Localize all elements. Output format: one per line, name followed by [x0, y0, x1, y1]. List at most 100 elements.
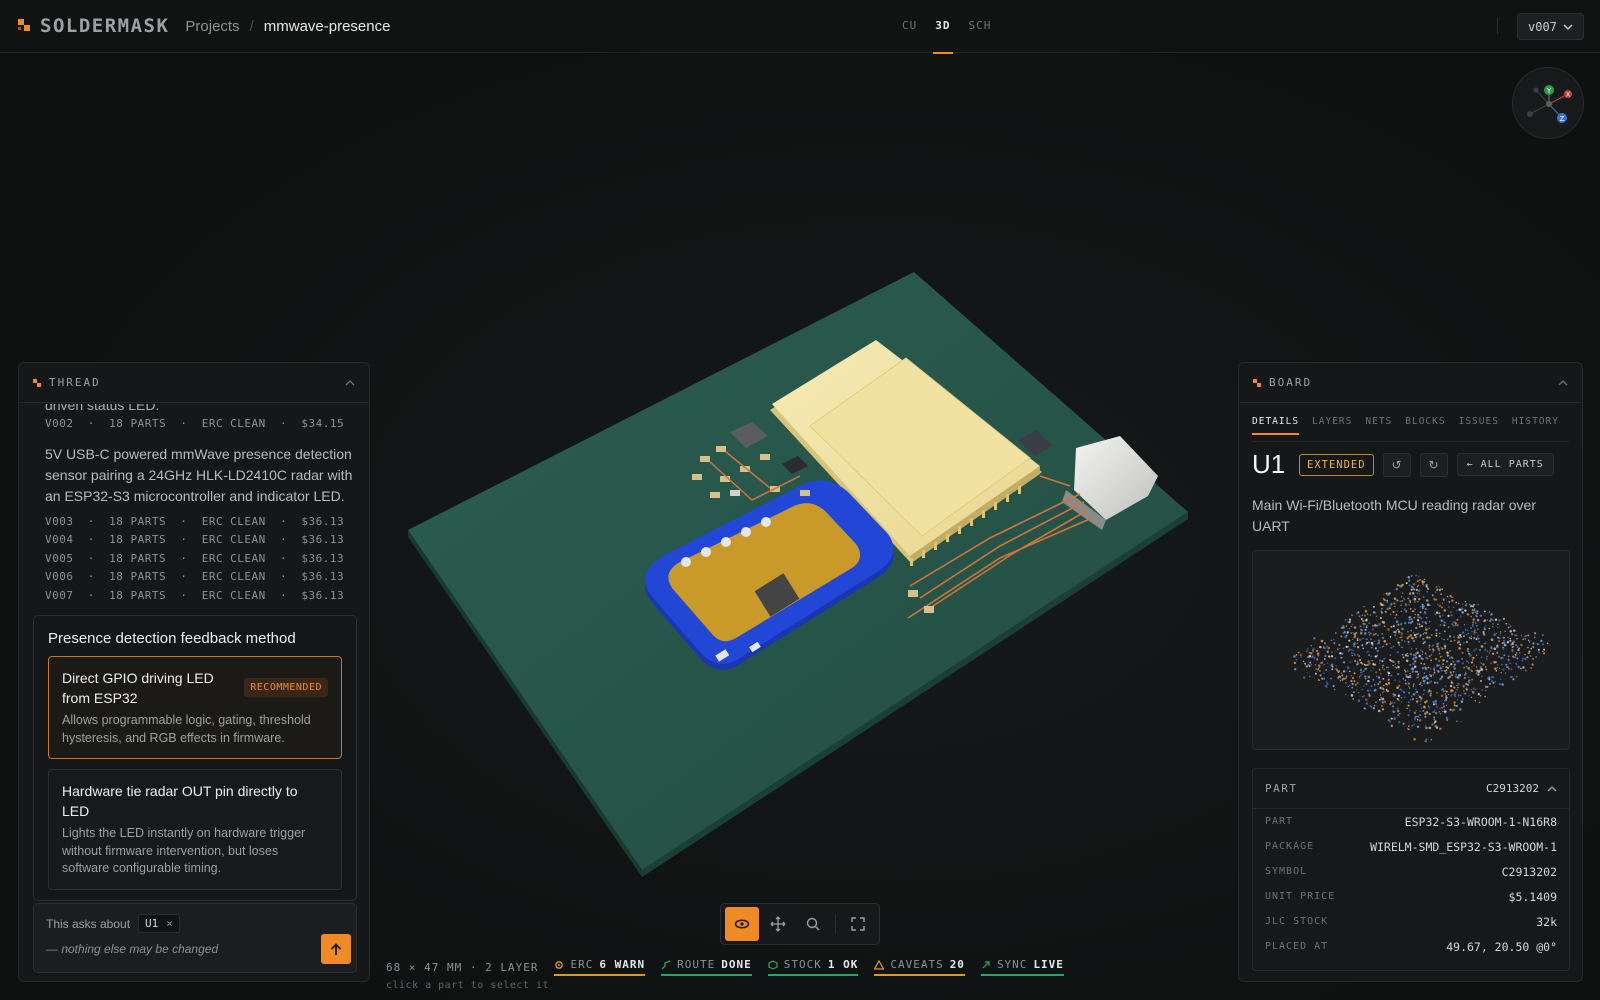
- status-key: ROUTE: [677, 958, 716, 971]
- tab-nets[interactable]: NETS: [1365, 416, 1392, 435]
- spec-key: PACKAGE: [1265, 841, 1315, 852]
- version-entry[interactable]: V003 · 18 PARTS · ERC CLEAN · $36.13: [33, 513, 357, 532]
- tabs-divider: [1252, 441, 1569, 442]
- status-value: 1 OK: [827, 958, 859, 971]
- pan-button[interactable]: [761, 907, 795, 941]
- logo[interactable]: SOLDERMASK: [18, 15, 169, 37]
- route-icon: [661, 959, 671, 969]
- board-tabs: DETAILS LAYERS NETS BLOCKS ISSUES HISTOR…: [1252, 416, 1559, 435]
- point-cloud-preview: [1293, 574, 1549, 743]
- spec-row: JLC STOCK 32k: [1253, 909, 1569, 934]
- chip-label: U1: [145, 917, 159, 930]
- tab-3d[interactable]: 3D: [933, 0, 953, 54]
- tab-history[interactable]: HISTORY: [1512, 416, 1559, 435]
- composer[interactable]: This asks about U1 × — nothing else may …: [33, 903, 357, 973]
- version-entry[interactable]: V004 · 18 PARTS · ERC CLEAN · $36.13: [33, 531, 357, 550]
- option-title: Hardware tie radar OUT pin directly to L…: [62, 783, 298, 819]
- spec-value: $5.1409: [1508, 889, 1557, 904]
- stock-status[interactable]: STOCK 1 OK: [767, 958, 859, 976]
- pcb-3d-view[interactable]: [380, 240, 1200, 880]
- tab-layers[interactable]: LAYERS: [1312, 416, 1352, 435]
- status-key: ERC: [570, 958, 594, 971]
- version-selector[interactable]: v007: [1517, 13, 1584, 40]
- tab-sch[interactable]: SCH: [967, 0, 994, 53]
- spec-key: PLACED AT: [1265, 941, 1329, 952]
- option-direct-gpio[interactable]: Direct GPIO driving LED from ESP32 RECOM…: [48, 656, 342, 759]
- composer-context-label: This asks about: [46, 916, 131, 931]
- project-name[interactable]: mmwave-presence: [264, 18, 391, 35]
- spec-row: UNIT PRICE $5.1409: [1253, 884, 1569, 909]
- send-button[interactable]: [321, 934, 351, 964]
- part-reference: U1: [1252, 449, 1286, 479]
- header-divider: [1497, 18, 1498, 34]
- tab-cu[interactable]: CU: [900, 0, 919, 53]
- undo-button[interactable]: ↺: [1382, 452, 1411, 477]
- logo-icon: [18, 19, 32, 33]
- tab-issues[interactable]: ISSUES: [1459, 416, 1499, 435]
- orientation-gizmo[interactable]: Y X Z: [1512, 67, 1584, 139]
- board-dimensions: 68 × 47 MM · 2 LAYER: [386, 960, 539, 974]
- spec-key: UNIT PRICE: [1265, 891, 1336, 902]
- redo-icon: ↻: [1428, 457, 1439, 472]
- context-chip[interactable]: U1 ×: [138, 914, 180, 933]
- breadcrumb: Projects / mmwave-presence: [185, 18, 390, 35]
- route-status[interactable]: ROUTE DONE: [661, 958, 752, 976]
- search-icon: [807, 917, 820, 931]
- version-entry[interactable]: V005 · 18 PARTS · ERC CLEAN · $36.13: [33, 550, 357, 569]
- spec-value: 49.67, 20.50 @0°: [1446, 939, 1557, 954]
- part-header: U1 EXTENDED ↺ ↻ ← ALL PARTS: [1252, 449, 1572, 480]
- fit-view-button[interactable]: [841, 907, 875, 941]
- spec-value: ESP32-S3-WROOM-1-N16R8: [1404, 814, 1557, 829]
- warning-icon: [874, 959, 885, 970]
- box-icon: [768, 959, 778, 970]
- erc-status[interactable]: ERC 6 WARN: [554, 958, 646, 976]
- breadcrumb-projects[interactable]: Projects: [185, 18, 239, 35]
- chevron-up-icon[interactable]: [1558, 377, 1568, 389]
- toolbar-divider: [835, 914, 837, 934]
- sync-icon: [982, 960, 990, 968]
- spec-row: PACKAGE WIRELM-SMD_ESP32-S3-WROOM-1: [1253, 834, 1569, 859]
- app-root: SOLDERMASK Projects / mmwave-presence CU…: [0, 0, 1600, 1000]
- spec-header-value: C2913202: [1486, 782, 1539, 795]
- top-bar: SOLDERMASK Projects / mmwave-presence CU…: [0, 0, 1600, 54]
- close-icon[interactable]: ×: [166, 917, 173, 930]
- status-value: LIVE: [1033, 958, 1064, 971]
- board-title: BOARD: [1269, 376, 1313, 389]
- version-entry-v002[interactable]: V002 · 18 PARTS · ERC CLEAN · $34.15: [33, 415, 357, 434]
- part-3d-preview[interactable]: [1252, 550, 1570, 750]
- board-panel-header[interactable]: BOARD: [1239, 363, 1582, 403]
- gizmo-y-label: Y: [1546, 87, 1552, 95]
- version-label: v007: [1528, 19, 1557, 34]
- sync-status[interactable]: SYNC LIVE: [980, 958, 1064, 976]
- status-value: 20: [949, 958, 965, 971]
- gear-icon: [555, 960, 564, 969]
- spec-row: PART ESP32-S3-WROOM-1-N16R8: [1253, 809, 1569, 834]
- option-hardware-tie[interactable]: Hardware tie radar OUT pin directly to L…: [48, 769, 342, 890]
- status-key: CAVEATS: [890, 958, 944, 971]
- board-icon: [1253, 378, 1261, 387]
- thread-messages[interactable]: driven status LED. V002 · 18 PARTS · ERC…: [19, 404, 369, 902]
- spec-key: SYMBOL: [1265, 866, 1308, 877]
- caveats-status[interactable]: CAVEATS 20: [874, 958, 965, 976]
- orbit-button[interactable]: [725, 907, 759, 941]
- version-entry[interactable]: V006 · 18 PARTS · ERC CLEAN · $36.13: [33, 568, 357, 587]
- extended-badge: EXTENDED: [1299, 453, 1374, 476]
- chevron-up-icon[interactable]: [345, 377, 355, 389]
- tab-blocks[interactable]: BLOCKS: [1405, 416, 1445, 435]
- thread-panel: THREAD driven status LED. V002 · 18 PART…: [18, 362, 370, 982]
- chevron-up-icon[interactable]: [1547, 785, 1557, 792]
- spec-value: WIRELM-SMD_ESP32-S3-WROOM-1: [1370, 839, 1557, 854]
- view-tabs: CU 3D SCH: [900, 0, 994, 54]
- recommended-badge: RECOMMENDED: [244, 678, 328, 697]
- undo-icon: ↺: [1391, 457, 1402, 472]
- tab-details[interactable]: DETAILS: [1252, 416, 1300, 435]
- all-parts-button[interactable]: ← ALL PARTS: [1456, 453, 1554, 476]
- part-specs: PART C2913202 PART ESP32-S3-WROOM-1-N16R8…: [1252, 768, 1570, 971]
- gizmo-z-label: Z: [1560, 115, 1565, 123]
- thread-panel-header[interactable]: THREAD: [19, 363, 369, 403]
- redo-button[interactable]: ↻: [1419, 452, 1448, 477]
- zoom-button[interactable]: [797, 907, 831, 941]
- spec-header[interactable]: PART C2913202: [1253, 769, 1569, 809]
- version-entry[interactable]: V007 · 18 PARTS · ERC CLEAN · $36.13: [33, 587, 357, 606]
- status-value: DONE: [721, 958, 752, 971]
